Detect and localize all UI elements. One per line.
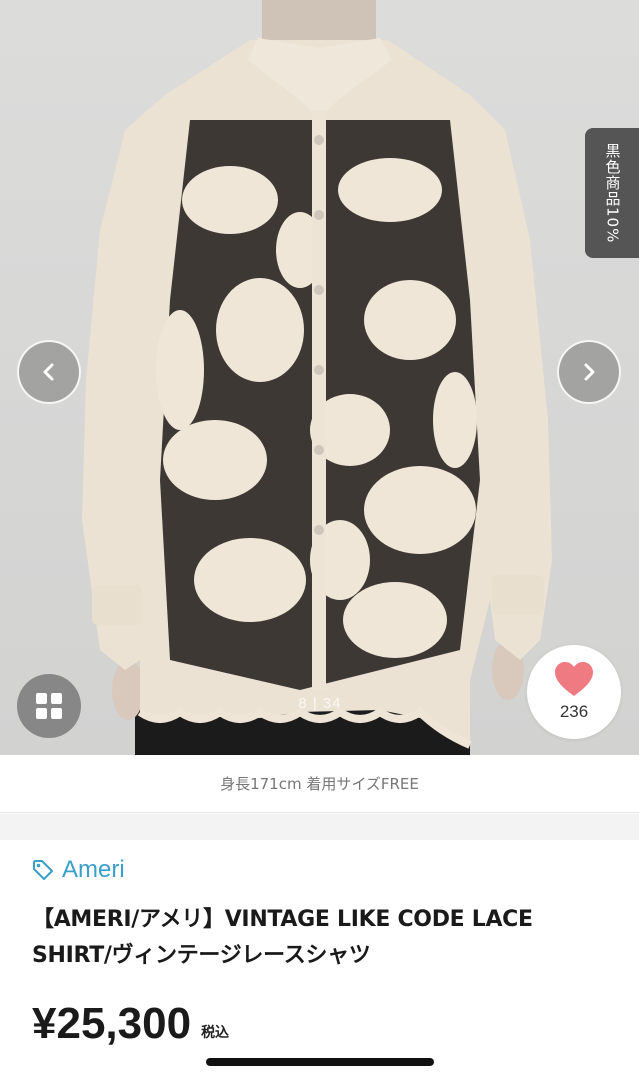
image-grid-button[interactable]	[17, 674, 81, 738]
like-button[interactable]: 236	[527, 645, 621, 739]
section-divider	[0, 814, 639, 840]
caption-text: 身長171cm 着用サイズFREE	[220, 775, 419, 793]
product-title: 【AMERI/アメリ】VINTAGE LIKE CODE LACE SHIRT/…	[32, 907, 533, 968]
brand-link[interactable]: Ameri	[32, 856, 125, 884]
side-tag-label[interactable]: 黒色商品10%	[585, 128, 639, 258]
chevron-right-icon	[584, 363, 595, 381]
product-price: ¥25,300	[32, 999, 192, 1048]
price-row: ¥25,300 税込	[32, 1000, 229, 1048]
grid-icon	[36, 693, 62, 719]
product-image-gallery[interactable]: 黒色商品10% 8 | 34 236	[0, 0, 639, 755]
product-info: Ameri 【AMERI/アメリ】VINTAGE LIKE CODE LACE …	[0, 840, 639, 1080]
chevron-left-icon	[43, 363, 54, 381]
tax-label: 税込	[201, 1025, 230, 1041]
heart-icon	[555, 662, 593, 696]
model-size-caption: 身長171cm 着用サイズFREE	[0, 755, 639, 813]
next-image-button[interactable]	[557, 340, 621, 404]
like-count: 236	[559, 702, 589, 721]
tag-icon	[32, 859, 54, 881]
previous-image-button[interactable]	[17, 340, 81, 404]
home-indicator[interactable]	[206, 1058, 434, 1066]
product-photo	[82, 0, 552, 755]
image-counter: 8 | 34	[298, 695, 342, 712]
brand-name: Ameri	[62, 856, 125, 883]
